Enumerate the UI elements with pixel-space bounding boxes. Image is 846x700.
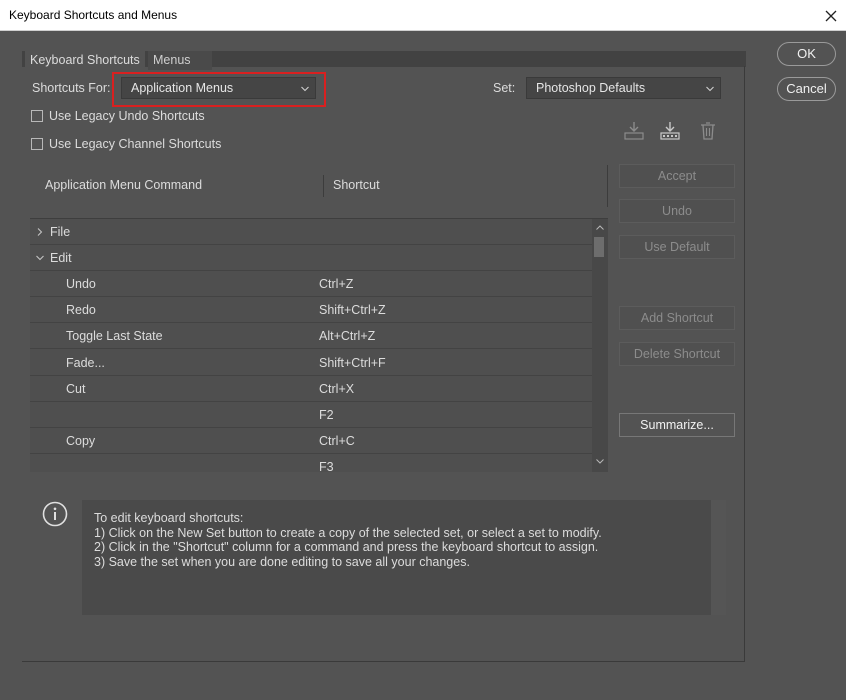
- set-select[interactable]: Photoshop Defaults: [526, 77, 721, 99]
- column-divider[interactable]: [323, 175, 324, 197]
- window-title: Keyboard Shortcuts and Menus: [9, 8, 178, 22]
- ok-button[interactable]: OK: [777, 42, 836, 66]
- table-row[interactable]: Copy Ctrl+C: [30, 428, 592, 454]
- shortcuts-for-label: Shortcuts For:: [32, 81, 111, 95]
- use-default-button[interactable]: Use Default: [619, 235, 735, 259]
- delete-shortcut-button[interactable]: Delete Shortcut: [619, 342, 735, 366]
- row-command: Undo: [66, 277, 96, 291]
- legacy-undo-label: Use Legacy Undo Shortcuts: [49, 109, 205, 123]
- scroll-up-icon[interactable]: [595, 223, 605, 233]
- chevron-right-icon[interactable]: [35, 227, 45, 237]
- row-command: File: [50, 225, 71, 239]
- row-command: Edit: [50, 251, 72, 265]
- chevron-down-icon[interactable]: [35, 253, 45, 263]
- info-panel: To edit keyboard shortcuts: 1) Click on …: [82, 500, 710, 615]
- column-header-command: Application Menu Command: [45, 178, 203, 192]
- title-bar: Keyboard Shortcuts and Menus: [0, 0, 846, 31]
- trash-icon[interactable]: [697, 120, 719, 142]
- info-line: 3) Save the set when you are done editin…: [94, 554, 470, 569]
- info-text: To edit keyboard shortcuts: 1) Click on …: [94, 511, 602, 569]
- table-row[interactable]: Fade... Shift+Ctrl+F: [30, 349, 592, 376]
- row-shortcut[interactable]: Shift+Ctrl+F: [319, 356, 386, 370]
- set-label: Set:: [493, 81, 516, 95]
- set-value: Photoshop Defaults: [536, 81, 646, 95]
- close-icon: [825, 10, 837, 21]
- table-row[interactable]: Redo Shift+Ctrl+Z: [30, 297, 592, 323]
- row-command: Toggle Last State: [66, 329, 163, 343]
- info-line: To edit keyboard shortcuts:: [94, 511, 244, 525]
- chevron-down-icon: [706, 86, 714, 92]
- row-command: Copy: [66, 434, 96, 448]
- row-shortcut[interactable]: Shift+Ctrl+Z: [319, 303, 386, 317]
- chevron-down-icon: [301, 86, 309, 92]
- save-set-icon[interactable]: [623, 120, 645, 142]
- table-row-edit[interactable]: Edit: [30, 245, 592, 271]
- legacy-undo-checkbox[interactable]: [31, 110, 43, 122]
- table-row[interactable]: Cut Ctrl+X: [30, 376, 592, 402]
- scroll-down-icon[interactable]: [595, 456, 605, 466]
- add-shortcut-button[interactable]: Add Shortcut: [619, 306, 735, 330]
- row-shortcut[interactable]: Alt+Ctrl+Z: [319, 329, 375, 343]
- column-header-shortcut: Shortcut: [333, 178, 380, 192]
- header-edge: [607, 165, 608, 207]
- summarize-button[interactable]: Summarize...: [619, 413, 735, 437]
- accept-button[interactable]: Accept: [619, 164, 735, 188]
- info-scrollbar[interactable]: [710, 500, 726, 615]
- info-icon: [42, 501, 68, 527]
- info-line: 1) Click on the New Set button to create…: [94, 525, 602, 540]
- table-row[interactable]: Undo Ctrl+Z: [30, 271, 592, 297]
- table-header: Application Menu Command Shortcut: [30, 165, 608, 207]
- table-row[interactable]: Toggle Last State Alt+Ctrl+Z: [30, 323, 592, 349]
- row-shortcut[interactable]: Ctrl+C: [319, 434, 355, 448]
- table-row[interactable]: F3: [30, 454, 592, 472]
- shortcut-table: File Edit Undo Ctrl+Z Redo Shift+Ctrl+Z …: [30, 218, 608, 472]
- legacy-channel-label: Use Legacy Channel Shortcuts: [49, 137, 222, 151]
- row-command: Fade...: [66, 356, 105, 370]
- table-row[interactable]: F2: [30, 402, 592, 428]
- info-line: 2) Click in the "Shortcut" column for a …: [94, 540, 599, 554]
- close-button[interactable]: [816, 0, 846, 31]
- scroll-thumb[interactable]: [594, 237, 604, 257]
- table-scrollbar[interactable]: [592, 219, 608, 472]
- row-shortcut[interactable]: Ctrl+X: [319, 382, 354, 396]
- table-row-file[interactable]: File: [30, 219, 592, 245]
- legacy-channel-checkbox[interactable]: [31, 138, 43, 150]
- row-command: Redo: [66, 303, 96, 317]
- row-shortcut[interactable]: F2: [319, 408, 334, 422]
- row-shortcut[interactable]: F3: [319, 460, 334, 472]
- row-command: Cut: [66, 382, 86, 396]
- new-set-icon[interactable]: [659, 120, 681, 142]
- undo-button[interactable]: Undo: [619, 199, 735, 223]
- shortcuts-for-value: Application Menus: [131, 81, 234, 95]
- cancel-button[interactable]: Cancel: [777, 77, 836, 101]
- shortcuts-for-select[interactable]: Application Menus: [121, 77, 316, 99]
- row-shortcut[interactable]: Ctrl+Z: [319, 277, 353, 291]
